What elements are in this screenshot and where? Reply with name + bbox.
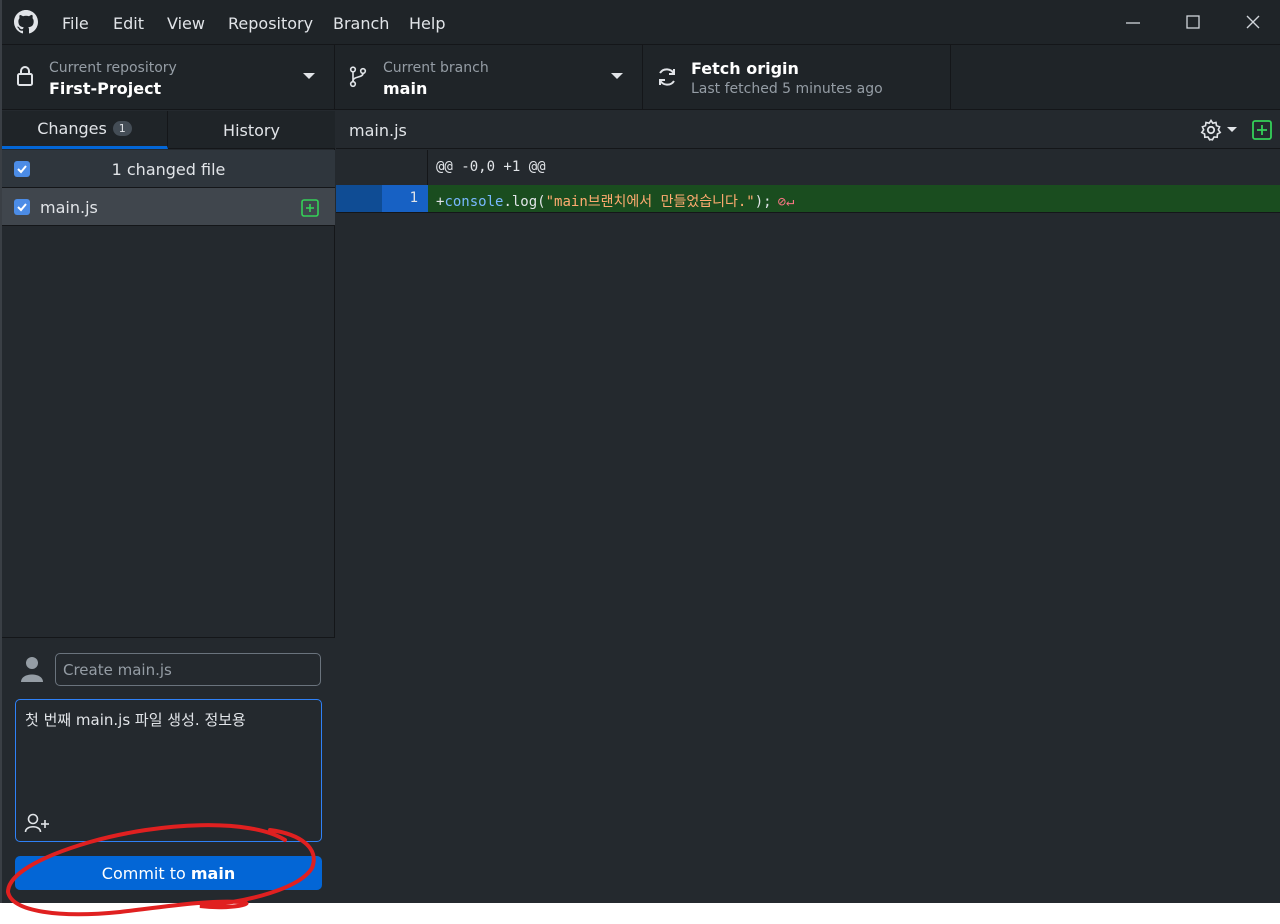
commit-summary-input[interactable]: [55, 653, 321, 686]
commit-button-branch: main: [190, 863, 236, 883]
diff-line-code: +console.log("main브랜치에서 만들었습니다."); ⊘↵: [436, 191, 794, 211]
current-branch-button[interactable]: Current branch main: [335, 45, 643, 110]
branch-name: main: [383, 79, 428, 98]
commit-area: 첫 번째 main.js 파일 생성. 정보용 Commit to main: [2, 637, 335, 903]
diff-panel: main.js @@ -0,0 +1 @@ 1 +console.log("ma…: [336, 111, 1280, 903]
changes-count-badge: 1: [112, 121, 132, 136]
minimize-icon[interactable]: [1123, 12, 1143, 32]
new-line-gutter: 1: [382, 185, 428, 212]
desktop-app-window: File Edit View Repository Branch Help Cu…: [0, 0, 1280, 903]
changed-files-count: 1 changed file: [111, 160, 226, 179]
code-end: );: [754, 194, 772, 210]
commit-description-field[interactable]: 첫 번째 main.js 파일 생성. 정보용: [15, 699, 322, 842]
tab-history-label: History: [223, 120, 280, 140]
chevron-down-icon: [611, 73, 623, 79]
github-logo-icon: [14, 10, 38, 34]
fetch-title: Fetch origin: [691, 59, 799, 78]
code-method: .log(: [503, 194, 546, 210]
sidebar: Changes 1 History 1 changed file main.js: [2, 111, 335, 903]
title-bar: File Edit View Repository Branch Help: [2, 0, 1280, 44]
chevron-down-icon[interactable]: [1227, 127, 1237, 132]
maximize-icon[interactable]: [1183, 12, 1203, 32]
branch-icon: [349, 66, 367, 88]
fetch-status: Last fetched 5 minutes ago: [691, 81, 883, 97]
menu-branch[interactable]: Branch: [333, 14, 389, 33]
lock-icon: [17, 66, 33, 86]
menu-help[interactable]: Help: [409, 14, 445, 33]
changed-file-row[interactable]: main.js: [2, 188, 335, 226]
add-coauthor-icon[interactable]: [24, 812, 50, 834]
file-name: main.js: [40, 198, 98, 217]
no-newline-icon: ⊘↵: [777, 194, 795, 210]
chevron-down-icon: [303, 73, 315, 79]
old-line-gutter: [336, 185, 382, 212]
sync-icon: [659, 68, 675, 86]
line-number-gutter: [336, 150, 428, 185]
code-string: 브랜치에서 만들었습니다.": [587, 194, 755, 210]
tab-history[interactable]: History: [168, 111, 335, 149]
current-repository-button[interactable]: Current repository First-Project: [2, 45, 335, 110]
repo-label: Current repository: [49, 60, 177, 76]
menu-view[interactable]: View: [167, 14, 205, 33]
hunk-header-text: @@ -0,0 +1 @@: [436, 159, 546, 175]
add-file-icon[interactable]: [1252, 120, 1272, 140]
code-object: console: [444, 194, 504, 210]
fetch-origin-button[interactable]: Fetch origin Last fetched 5 minutes ago: [643, 45, 951, 110]
repo-name: First-Project: [49, 79, 162, 98]
file-checkbox[interactable]: [14, 199, 30, 215]
changed-files-header: 1 changed file: [2, 150, 335, 188]
menu-file[interactable]: File: [62, 14, 89, 33]
toolbar: Current repository First-Project Current…: [2, 44, 1280, 110]
tab-bar: Changes 1 History: [2, 111, 335, 149]
tab-changes-label: Changes: [37, 119, 107, 138]
menu-repository[interactable]: Repository: [228, 14, 313, 33]
person-icon: [21, 657, 43, 682]
menu-edit[interactable]: Edit: [113, 14, 144, 33]
tab-changes[interactable]: Changes 1: [2, 111, 168, 149]
commit-description-text: 첫 번째 main.js 파일 생성. 정보용: [25, 711, 246, 729]
gear-icon[interactable]: [1200, 119, 1222, 141]
commit-button-prefix: Commit to: [101, 863, 191, 883]
branch-label: Current branch: [383, 60, 489, 76]
diff-header: main.js: [336, 111, 1280, 149]
add-file-icon: [301, 199, 319, 217]
diff-added-line[interactable]: 1 +console.log("main브랜치에서 만들었습니다."); ⊘↵: [336, 185, 1280, 213]
diff-file-name: main.js: [349, 121, 407, 140]
checkmark-icon: [17, 203, 27, 212]
diff-hunk-header: @@ -0,0 +1 @@: [336, 150, 1280, 185]
code-string-keyword: "main: [545, 194, 588, 210]
line-number: 1: [409, 190, 418, 206]
commit-button[interactable]: Commit to main: [15, 856, 322, 890]
close-icon[interactable]: [1243, 12, 1263, 32]
